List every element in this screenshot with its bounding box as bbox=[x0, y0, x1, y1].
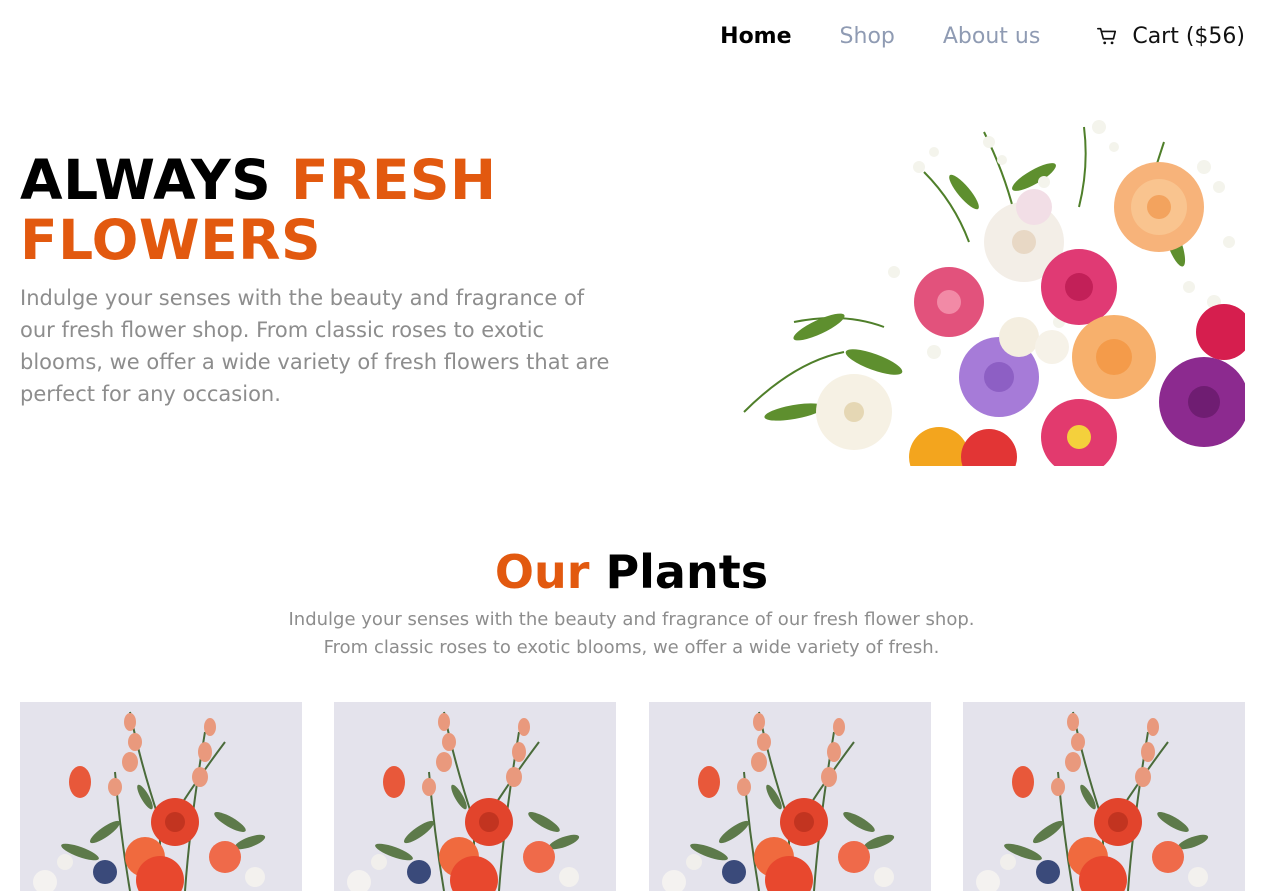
hero-bouquet-image bbox=[734, 112, 1245, 466]
plant-cards bbox=[20, 702, 1245, 891]
main-nav: Home Shop About us Cart ($56) bbox=[720, 20, 1245, 52]
plants-description: Indulge your senses with the beauty and … bbox=[288, 609, 975, 658]
plant-card[interactable] bbox=[962, 702, 1245, 891]
plants-title-part2: Plants bbox=[605, 545, 769, 599]
plant-card-image bbox=[334, 702, 617, 891]
cart-button[interactable]: Cart ($56) bbox=[1096, 24, 1245, 49]
plant-card[interactable] bbox=[334, 702, 617, 891]
plants-title-part1: Our bbox=[494, 545, 590, 599]
plant-card-image bbox=[20, 702, 302, 891]
nav-link-shop[interactable]: Shop bbox=[840, 24, 895, 49]
plant-card-image bbox=[648, 702, 931, 891]
cart-label: Cart ($56) bbox=[1132, 23, 1245, 49]
nav-link-about-us[interactable]: About us bbox=[943, 24, 1040, 49]
plant-card[interactable] bbox=[648, 702, 931, 891]
hero-title-part1: ALWAYS bbox=[20, 148, 291, 212]
nav-link-home[interactable]: Home bbox=[720, 24, 791, 49]
plant-card[interactable] bbox=[20, 702, 302, 891]
page: Home Shop About us Cart ($56) ALWAYS FRE… bbox=[0, 0, 1263, 891]
plant-card-image bbox=[962, 702, 1245, 891]
hero-description: Indulge your senses with the beauty and … bbox=[20, 286, 610, 406]
hero-title: ALWAYS FRESH FLOWERS bbox=[20, 150, 620, 270]
plants-title: Our Plants bbox=[0, 542, 1263, 602]
cart-icon bbox=[1097, 27, 1117, 45]
